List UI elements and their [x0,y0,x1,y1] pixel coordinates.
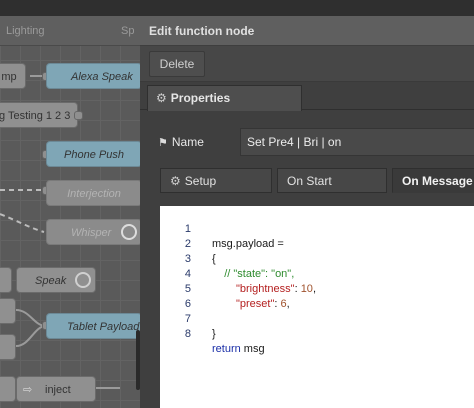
name-label: ⚑ Name [158,132,204,153]
node-label: Phone Push [64,149,124,161]
flow-node-amp[interactable]: mp [0,63,26,89]
code-line: 7 } [160,297,474,340]
gear-icon: ⚙ [156,91,167,105]
tag-icon: ⚑ [158,137,168,149]
node-label: Interjection [67,188,121,200]
flow-node-partial[interactable] [0,267,12,293]
name-input[interactable] [240,128,474,156]
arrow-right-icon: ⇨ [23,384,33,396]
node-label: g Testing 1 2 3 [0,110,71,122]
flow-node-partial[interactable] [0,334,16,360]
gear-icon: ⚙ [170,174,181,188]
tab-setup-label: Setup [184,174,217,188]
tray-top-strip [140,0,474,16]
wire [15,325,47,347]
tray-toolbar: Delete [140,46,474,82]
tab-properties[interactable]: ⚙ Properties [147,85,302,111]
flow-workspace[interactable]: Lighting Sp mp Alexa Speak g Testing 1 2… [0,0,140,408]
tray-title: Edit function node [149,24,255,38]
flow-node-tablet-payload[interactable]: Tablet Payload [46,313,140,339]
code-text: return msg [212,342,265,357]
code-line: 5 "preset": 6, [160,267,474,310]
flow-node-testing[interactable]: g Testing 1 2 3 [0,102,78,128]
flow-node-partial[interactable] [0,376,16,402]
flow-node-interjection[interactable]: Interjection [46,180,140,206]
delete-button[interactable]: Delete [149,51,205,77]
tab-properties-label: Properties [170,91,231,105]
wire [0,213,45,233]
code-line: 2 { [160,222,474,265]
code-line: 8 return msg [160,312,474,355]
flow-node-speak[interactable]: Speak [16,267,96,293]
code-line: 6 [160,282,474,310]
flow-node-inject[interactable]: ⇨ inject [16,376,96,402]
flow-node-alexa-speak[interactable]: Alexa Speak [46,63,140,89]
tab-on-start[interactable]: On Start [277,168,387,193]
flow-node-partial[interactable] [0,298,16,324]
flow-node-whisper[interactable]: Whisper [46,219,140,245]
tab-setup[interactable]: ⚙ Setup [160,168,272,193]
code-editor[interactable]: 1 msg.payload = 2 { 3 // "state": "on", … [160,206,474,408]
code-text: } [212,328,216,340]
code-line: 4 "brightness": 10, [160,252,474,295]
flow-node-phone-push[interactable]: Phone Push [46,141,140,167]
code-line: 3 // "state": "on", [160,237,474,280]
node-output-port[interactable] [74,111,83,120]
code-keyword: return [212,343,241,355]
node-label: inject [45,384,71,396]
node-label: Tablet Payload [67,321,140,333]
speaker-icon [75,272,91,288]
code-line: 1 msg.payload = [160,207,474,250]
code-text-rest: msg [240,343,265,355]
tray-header: Edit function node [140,16,474,46]
speaker-icon [121,224,137,240]
tab-on-message[interactable]: On Message [392,168,474,193]
line-number: 8 [184,328,191,340]
node-label: mp [1,71,17,83]
tray-tabs: ⚙ Properties [140,82,474,111]
name-label-text: Name [171,135,204,149]
node-label: Alexa Speak [71,71,133,83]
